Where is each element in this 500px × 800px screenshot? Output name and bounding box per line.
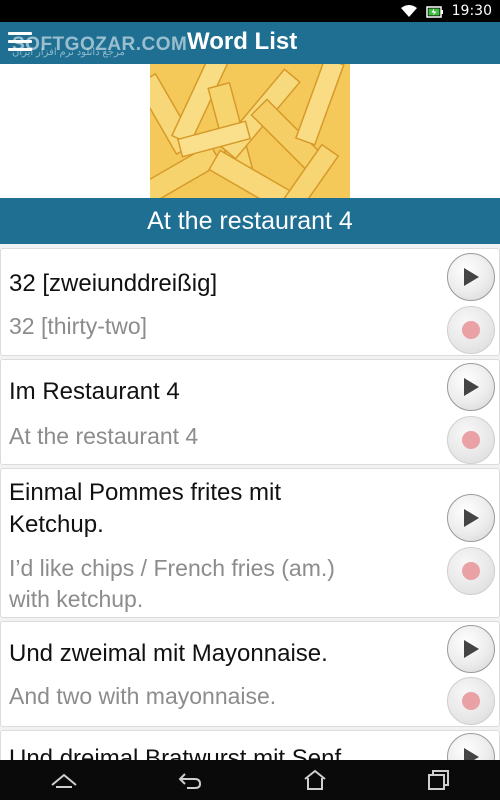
record-button[interactable]: [447, 677, 495, 725]
hero-banner: مرجع دانلود نرم افزار ایران: [0, 47, 500, 198]
record-button[interactable]: [447, 416, 495, 464]
record-icon: [462, 562, 480, 580]
watermark-subtitle: مرجع دانلود نرم افزار ایران: [12, 47, 125, 58]
section-title: At the restaurant 4: [0, 198, 500, 244]
navigation-bar: [0, 760, 500, 800]
page-title: Word List: [187, 28, 298, 55]
list-item: Und zweimal mit Mayonnaise. And two with…: [0, 621, 500, 727]
german-text: Einmal Pommes frites mit Ketchup.: [9, 477, 281, 541]
battery-charging-icon: [425, 5, 444, 18]
german-text: 32 [zweiunddreißig]: [9, 270, 218, 297]
record-icon: [462, 431, 480, 449]
wifi-icon: [400, 4, 418, 18]
english-text-line: I’d like chips / French fries (am.): [9, 555, 335, 581]
system-home-icon[interactable]: [303, 769, 327, 791]
play-icon: [464, 378, 479, 396]
list-item: 32 [zweiunddreißig] 32 [thirty-two]: [0, 248, 500, 356]
german-text-line: Ketchup.: [9, 511, 104, 538]
record-button[interactable]: [447, 306, 495, 354]
german-text-line: Einmal Pommes frites mit: [9, 479, 282, 506]
english-text: At the restaurant 4: [9, 423, 199, 449]
home-icon[interactable]: [50, 772, 78, 788]
status-bar: 19:30: [0, 0, 500, 22]
recents-icon[interactable]: [426, 769, 450, 791]
status-time: 19:30: [451, 3, 492, 19]
list-item: Einmal Pommes frites mit Ketchup. I’d li…: [0, 468, 500, 618]
play-icon: [464, 268, 479, 286]
english-text: And two with mayonnaise.: [9, 683, 277, 709]
play-button[interactable]: [447, 625, 495, 673]
english-text: I’d like chips / French fries (am.) with…: [9, 553, 335, 615]
play-button[interactable]: [447, 363, 495, 411]
back-icon[interactable]: [177, 770, 203, 790]
english-text: 32 [thirty-two]: [9, 313, 148, 339]
german-text: Und zweimal mit Mayonnaise.: [9, 640, 328, 667]
record-button[interactable]: [447, 547, 495, 595]
german-text: Im Restaurant 4: [9, 378, 180, 405]
play-icon: [464, 509, 479, 527]
record-icon: [462, 321, 480, 339]
play-icon: [464, 640, 479, 658]
french-fries-photo: [150, 64, 350, 198]
list-item: Im Restaurant 4 At the restaurant 4: [0, 359, 500, 465]
english-text-line: with ketchup.: [9, 586, 144, 612]
record-icon: [462, 692, 480, 710]
play-button[interactable]: [447, 253, 495, 301]
play-button[interactable]: [447, 494, 495, 542]
